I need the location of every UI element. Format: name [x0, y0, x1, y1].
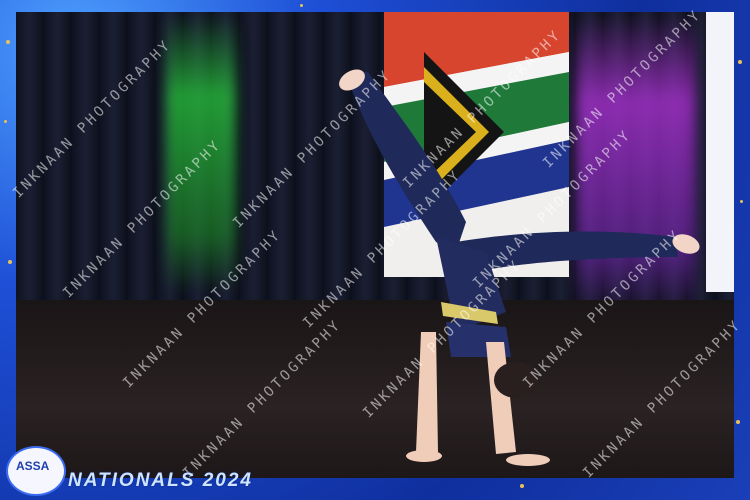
frame-glitter	[738, 60, 742, 64]
assa-logo-text: ASSA	[16, 459, 50, 473]
gymnast-figure	[339, 69, 700, 466]
gymnast-photo	[16, 12, 734, 478]
frame-glitter	[520, 484, 524, 488]
frame-glitter	[6, 40, 10, 44]
frame-glitter	[736, 420, 740, 424]
event-title: NATIONALS 2024	[68, 470, 253, 491]
frame-glitter	[300, 4, 303, 7]
frame-glitter	[4, 120, 7, 123]
frame-glitter	[740, 200, 743, 203]
frame-glitter	[8, 260, 12, 264]
